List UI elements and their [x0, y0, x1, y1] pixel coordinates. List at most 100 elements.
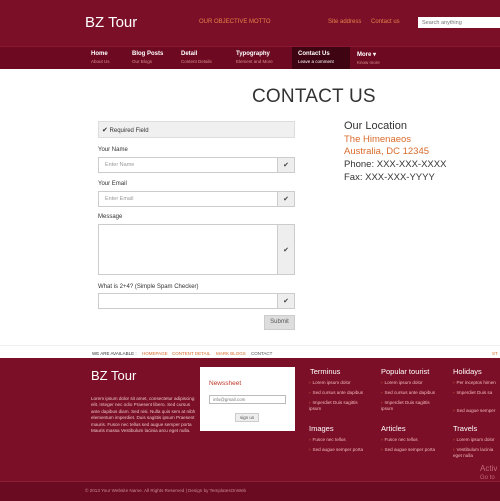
nav-item-blog-posts[interactable]: Blog Posts Our Blogs [126, 47, 176, 69]
name-placeholder: Enter Name [105, 162, 135, 168]
footer-link[interactable]: › Sed cursus ante dapibus [381, 390, 441, 396]
footer-link-label: Sed augue semper [456, 408, 496, 413]
site-header: BZ Tour OUR OBJECTIVE MOTTO Site address… [0, 0, 500, 46]
arrow-icon: › [453, 408, 455, 413]
arrow-icon: › [453, 437, 455, 442]
footer-link[interactable]: › Lorem ipsum dolor [453, 437, 500, 443]
arrow-icon: › [381, 390, 383, 395]
nav-item-subtitle: Know more [357, 60, 380, 65]
nav-item-contact-us[interactable]: Contact Us Leave a comment [292, 47, 350, 69]
newsletter-email-input[interactable]: info@gmail.com [209, 395, 286, 404]
email-label: Your Email [98, 181, 127, 187]
nav-item-more[interactable]: More ▾ Know more [351, 47, 396, 69]
footer-link-label: Per inceptos himen [456, 380, 496, 385]
page-title: CONTACT US [252, 86, 376, 107]
main-nav: Home About Us Blog Posts Our Blogs Detai… [0, 46, 500, 69]
footer-link[interactable]: › Fusce nec tellus [309, 437, 369, 443]
arrow-icon: › [453, 380, 455, 385]
site-logo[interactable]: BZ Tour [85, 14, 137, 31]
footer-link-label: Sed cursus ante dapibus [312, 390, 364, 395]
footer-link[interactable]: › Per inceptos himen [453, 380, 500, 386]
check-icon: ✔ [102, 127, 108, 134]
footer-link[interactable]: › Lorem ipsum dolor [381, 380, 441, 386]
footer-col-title-images: Images [309, 424, 334, 433]
spam-checker-field[interactable]: ✔ [98, 293, 295, 309]
name-field[interactable]: Enter Name ✔ [98, 157, 295, 173]
footer-link[interactable]: › Vestibulum lacinia eget nulla [453, 447, 500, 459]
nav-item-title: More ▾ [357, 52, 377, 58]
message-textarea[interactable]: ✔ [98, 224, 295, 275]
footer-col-title-terminus: Terminus [310, 367, 341, 376]
availability-link-contact[interactable]: CONTACT [251, 351, 272, 356]
footer-link[interactable]: › Sed cursus ante dapibus [309, 390, 369, 396]
availability-link-partial[interactable]: ST [492, 351, 498, 356]
copyright-text: © 2013 Your Website Name. All Rights Res… [85, 488, 247, 493]
footer-link-label: Fusce nec tellus [384, 437, 418, 442]
footer-col-title-articles: Articles [381, 424, 406, 433]
nav-item-title: Blog Posts [132, 51, 164, 57]
required-field-label: Required Field [109, 128, 149, 134]
nav-item-subtitle: Our Blogs [132, 59, 153, 64]
availability-label: WE ARE AVAILABLE : [92, 351, 137, 356]
check-icon: ✔ [277, 225, 294, 274]
footer-link[interactable]: › Sed augue semper [453, 408, 500, 414]
arrow-icon: › [309, 447, 311, 452]
spam-checker-label: What is 2+4? (Simple Spam Checker) [98, 284, 199, 290]
availability-link-homepage[interactable]: HOMEPAGE [142, 351, 168, 356]
nav-item-home[interactable]: Home About Us [85, 47, 125, 69]
footer-about-text: Lorem ipsum dolor sit amet, consectetur … [91, 396, 196, 434]
newsletter-signup-button[interactable]: sign us [235, 413, 259, 422]
availability-link-content-detail[interactable]: CONTENT DETAIL [172, 351, 210, 356]
footer-link-label: Imperdiet Duis sagittis ipsum [381, 400, 430, 411]
contact-us-link[interactable]: Contact us [371, 19, 400, 25]
nav-item-title: Typography [236, 51, 270, 57]
nav-item-title: Home [91, 51, 108, 57]
footer-link-label: Imperdiet Duis sa [456, 390, 493, 395]
activation-watermark: Activ [480, 464, 498, 473]
footer-link[interactable]: › Fusce nec tellus [381, 437, 441, 443]
location-phone: Phone: XXX-XXX-XXXX [344, 159, 447, 170]
arrow-icon: › [381, 447, 383, 452]
name-label: Your Name [98, 147, 128, 153]
check-icon: ✔ [277, 294, 294, 308]
nav-item-title: Detail [181, 51, 198, 57]
footer-col-title-popular-tourist: Popular tourist [381, 367, 430, 376]
email-placeholder: Enter Email [105, 196, 134, 202]
footer-col-title-holidays: Holidays [453, 367, 482, 376]
nav-item-typography[interactable]: Typography Element and More [230, 47, 292, 69]
site-motto: OUR OBJECTIVE MOTTO [199, 19, 271, 25]
check-icon: ✔ [277, 192, 294, 206]
message-label: Message [98, 214, 123, 220]
required-field-notice: ✔ Required Field [98, 121, 295, 138]
arrow-icon: › [309, 400, 311, 405]
arrow-icon: › [309, 390, 311, 395]
submit-button[interactable]: Submit [264, 315, 295, 330]
arrow-icon: › [453, 390, 455, 395]
footer-link-label: Fusce nec tellus [312, 437, 346, 442]
footer-link[interactable]: › Imperdiet Duis sagittis ipsum [309, 400, 369, 412]
nav-item-subtitle: Element and More [236, 59, 273, 64]
footer-link-label: Lorem ipsum dolor [384, 380, 423, 385]
arrow-icon: › [381, 400, 383, 405]
site-address-link[interactable]: Site address [328, 19, 361, 25]
availability-link-mark-blogs[interactable]: MARK BLOGS [216, 351, 246, 356]
nav-item-detail[interactable]: Detail Content Details [175, 47, 230, 69]
footer-link-label: Lorem ipsum dolor [456, 437, 495, 442]
site-footer: BZ Tour Lorem ipsum dolor sit amet, cons… [0, 358, 500, 481]
footer-link[interactable]: › Imperdiet Duis sagittis ipsum [381, 400, 441, 412]
check-icon: ✔ [277, 158, 294, 172]
nav-item-subtitle: About Us [91, 59, 110, 64]
footer-link[interactable]: › Lorem ipsum dolor [309, 380, 369, 386]
email-field[interactable]: Enter Email ✔ [98, 191, 295, 207]
footer-link[interactable]: › Imperdiet Duis sa [453, 390, 500, 396]
footer-link-label: Imperdiet Duis sagittis ipsum [309, 400, 358, 411]
footer-link[interactable]: › Sed augue semper porta [309, 447, 369, 453]
arrow-icon: › [453, 447, 455, 452]
footer-link[interactable]: › Sed augue semper porta [381, 447, 441, 453]
search-input[interactable] [418, 17, 500, 28]
footer-link-label: Sed cursus ante dapibus [384, 390, 436, 395]
arrow-icon: › [381, 380, 383, 385]
footer-logo[interactable]: BZ Tour [91, 368, 136, 383]
newsletter-title: Newssheet [209, 380, 242, 387]
nav-item-subtitle: Leave a comment [298, 59, 334, 64]
